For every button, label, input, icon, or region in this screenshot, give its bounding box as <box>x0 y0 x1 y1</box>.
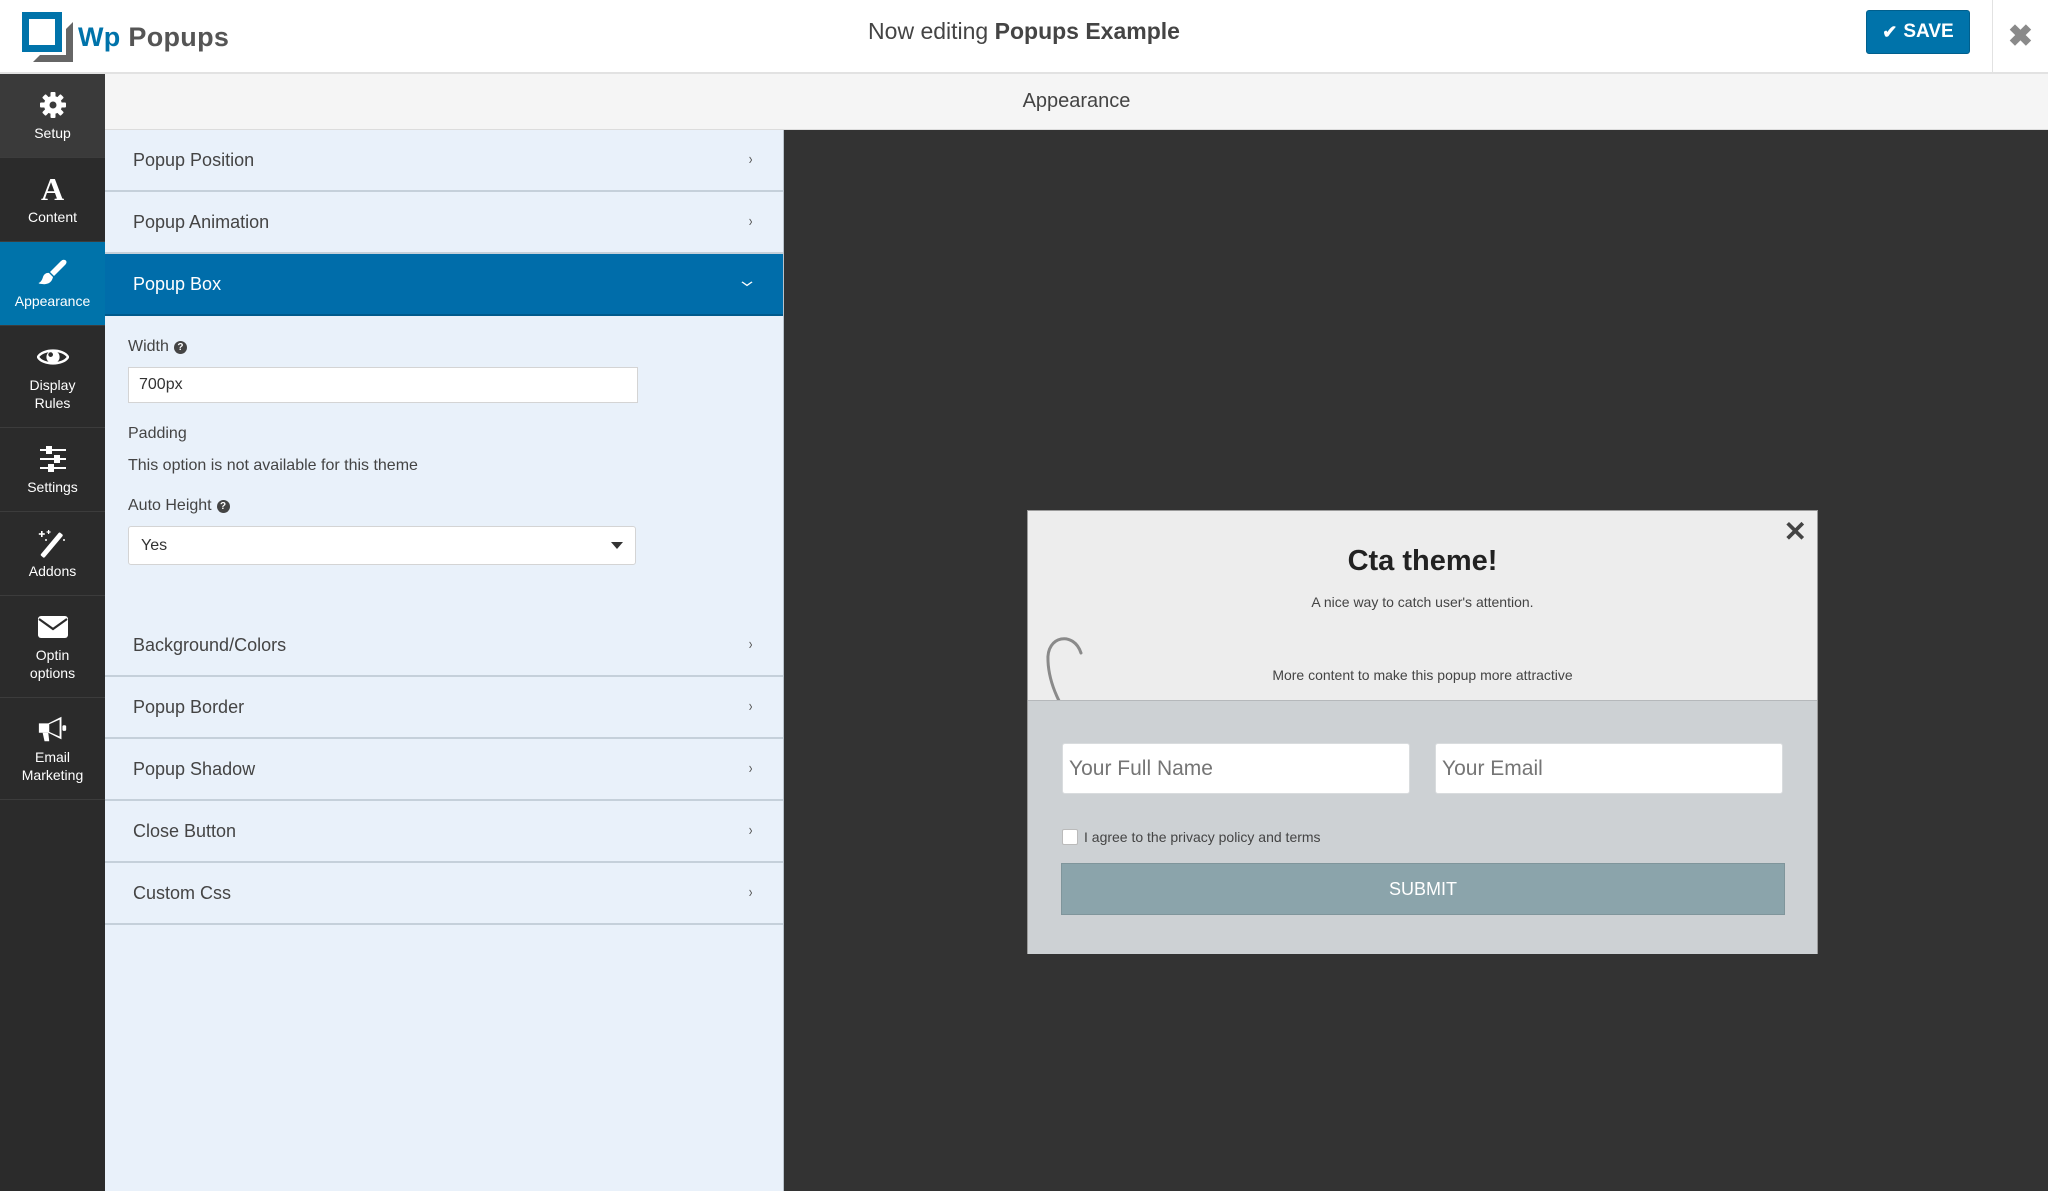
close-icon: ✖ <box>2007 19 2034 53</box>
sidebar-label: Settings <box>27 478 78 495</box>
sidebar-label-line2: Marketing <box>21 766 84 783</box>
accordion-popup-border[interactable]: Popup Border › <box>105 677 783 739</box>
sidebar-item-email-marketing[interactable]: Email Marketing <box>0 698 105 800</box>
sidebar-item-optin-options[interactable]: Optin options <box>0 596 105 698</box>
sidebar-label-line2: Rules <box>34 394 71 411</box>
save-label: SAVE <box>1903 21 1954 42</box>
sidebar-label: Addons <box>28 562 77 579</box>
sidebar-item-addons[interactable]: Addons <box>0 512 105 596</box>
chevron-right-icon: › <box>748 213 753 230</box>
save-button[interactable]: ✔ SAVE <box>1866 10 1970 54</box>
megaphone-icon <box>37 714 69 744</box>
email-input[interactable]: Your Email <box>1435 743 1783 794</box>
sidebar-item-display-rules[interactable]: Display Rules <box>0 326 105 428</box>
auto-height-value: Yes <box>141 536 168 554</box>
width-input[interactable] <box>128 367 638 403</box>
app-root: Wp Popups Now editing Popups Example ✔ S… <box>0 0 2048 1191</box>
sidebar-item-content[interactable]: A Content <box>0 158 105 242</box>
accordion-label: Popup Position <box>133 149 255 170</box>
accordion-label: Popup Shadow <box>133 758 256 779</box>
accordion-label: Close Button <box>133 820 237 841</box>
auto-height-select[interactable]: Yes <box>128 526 636 565</box>
accordion-popup-shadow[interactable]: Popup Shadow › <box>105 739 783 801</box>
accordion-label: Popup Box <box>133 273 222 294</box>
popup-subtitle: A nice way to catch user's attention. <box>1311 594 1534 610</box>
popup-more-content: More content to make this popup more att… <box>1272 667 1573 683</box>
padding-note: This option is not available for this th… <box>128 457 418 474</box>
consent-checkbox[interactable] <box>1062 829 1078 845</box>
accordion-label: Background/Colors <box>133 634 287 655</box>
accordion-popup-position[interactable]: Popup Position › <box>105 130 783 192</box>
popup-preview: ✕ Cta theme! A nice way to catch user's … <box>1027 510 1818 954</box>
consent-row: I agree to the privacy policy and terms <box>1062 829 1321 845</box>
popup-box-fields: Width ? Padding This option is not avail… <box>105 316 783 615</box>
top-bar: Wp Popups Now editing Popups Example ✔ S… <box>0 0 2048 74</box>
logo: Wp Popups <box>22 12 229 62</box>
editing-title: Now editing Popups Example <box>0 18 2048 45</box>
logo-text-popups: Popups <box>128 21 230 52</box>
close-editor-button[interactable]: ✖ <box>1992 0 2048 72</box>
width-label: Width ? <box>128 338 783 356</box>
sidebar-label: Appearance <box>14 292 91 309</box>
help-icon[interactable]: ? <box>173 340 187 354</box>
popup-form: Your Full Name Your Email I agree to the… <box>1028 700 1817 954</box>
magic-wand-icon <box>37 528 69 558</box>
consent-label: I agree to the privacy policy and terms <box>1084 829 1321 845</box>
editing-prefix: Now editing <box>868 18 989 44</box>
accordion-label: Popup Border <box>133 696 245 717</box>
chevron-down-icon <box>741 278 753 291</box>
popup-title: Cta theme! <box>1347 545 1498 577</box>
sidebar-item-settings[interactable]: Settings <box>0 428 105 512</box>
sidebar-label: Setup <box>34 124 71 141</box>
help-icon[interactable]: ? <box>216 499 230 513</box>
checkmark-icon: ✔ <box>1882 21 1898 42</box>
letter-a-icon: A <box>40 170 65 207</box>
chevron-right-icon: › <box>748 698 753 715</box>
caret-down-icon <box>611 542 623 549</box>
accordion-popup-animation[interactable]: Popup Animation › <box>105 192 783 254</box>
width-label-text: Width <box>128 338 169 355</box>
accordion-label: Custom Css <box>133 882 232 903</box>
padding-label: Padding <box>128 425 187 442</box>
chevron-right-icon: › <box>748 884 753 901</box>
popup-close-icon[interactable]: ✕ <box>1784 515 1807 548</box>
sidebar-label: Content <box>27 208 78 225</box>
sliders-icon <box>37 444 69 474</box>
panel-title: Appearance <box>105 74 2048 130</box>
sidebar-item-setup[interactable]: Setup <box>0 74 105 158</box>
gear-icon <box>37 90 69 120</box>
chevron-right-icon: › <box>748 636 753 653</box>
eye-icon <box>36 342 69 372</box>
submit-button[interactable]: SUBMIT <box>1061 863 1785 915</box>
accordion-close-button[interactable]: Close Button › <box>105 801 783 863</box>
paintbrush-icon <box>37 258 69 288</box>
sidebar: Setup A Content Appearance Display Rules… <box>0 74 105 1191</box>
full-name-input[interactable]: Your Full Name <box>1062 743 1410 794</box>
chevron-right-icon: › <box>748 760 753 777</box>
sidebar-label-line2: options <box>29 664 76 681</box>
auto-height-label-text: Auto Height <box>128 497 212 514</box>
logo-text: Wp Popups <box>78 22 229 53</box>
popup-preview-area: ✕ Cta theme! A nice way to catch user's … <box>784 130 2048 1191</box>
accordion-custom-css[interactable]: Custom Css › <box>105 863 783 925</box>
auto-height-label: Auto Height ? <box>128 497 783 515</box>
sidebar-label-line1: Email <box>34 748 70 765</box>
chevron-right-icon: › <box>748 822 753 839</box>
chevron-right-icon: › <box>748 151 753 168</box>
sidebar-item-appearance[interactable]: Appearance <box>0 242 105 326</box>
accordion-popup-box[interactable]: Popup Box <box>105 254 783 316</box>
envelope-icon <box>37 612 69 642</box>
logo-mark-icon <box>22 12 74 62</box>
accordion-background-colors[interactable]: Background/Colors › <box>105 615 783 677</box>
accordion-label: Popup Animation <box>133 211 270 232</box>
sidebar-label-line1: Optin <box>35 646 70 663</box>
sidebar-label-line1: Display <box>29 376 76 393</box>
editing-popup-name: Popups Example <box>994 18 1180 44</box>
settings-panel: Popup Position › Popup Animation › Popup… <box>105 130 784 1191</box>
logo-text-wp: Wp <box>78 21 121 52</box>
